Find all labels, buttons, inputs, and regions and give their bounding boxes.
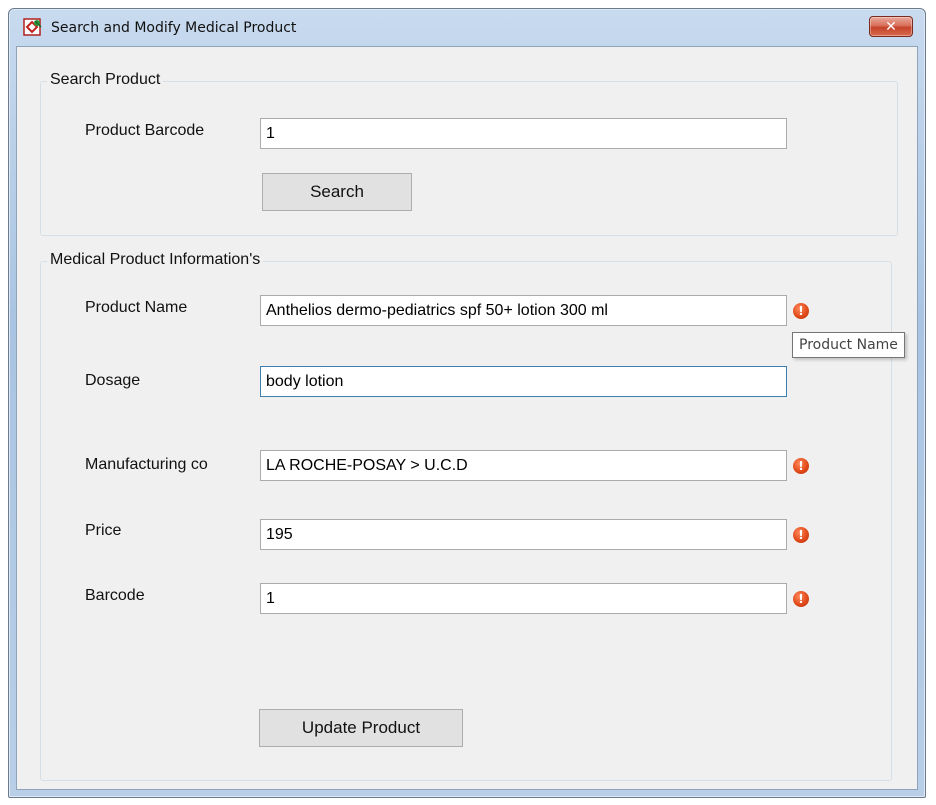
form-client-area: Search Product Product Barcode Search Me… (16, 46, 918, 790)
close-icon: ✕ (885, 18, 897, 35)
dosage-label: Dosage (85, 372, 141, 389)
barcode-error-icon[interactable]: ! (793, 591, 809, 607)
app-icon (23, 18, 42, 36)
window-title: Search and Modify Medical Product (51, 20, 297, 36)
app-window: Search and Modify Medical Product ✕ Sear… (8, 8, 926, 798)
close-button[interactable]: ✕ (869, 16, 913, 37)
price-error-icon[interactable]: ! (793, 527, 809, 543)
manufacturing-co-error-icon[interactable]: ! (793, 458, 809, 474)
barcode-label: Barcode (85, 587, 145, 604)
title-bar[interactable]: Search and Modify Medical Product ✕ (9, 9, 925, 47)
update-product-button[interactable]: Update Product (259, 709, 463, 747)
product-name-input[interactable] (260, 295, 787, 326)
price-label: Price (85, 522, 122, 539)
search-product-group: Search Product (40, 71, 898, 236)
product-name-error-icon[interactable]: ! (793, 303, 809, 319)
manufacturing-co-label: Manufacturing co (85, 456, 208, 473)
product-information-group-title: Medical Product Information's (47, 251, 264, 269)
product-barcode-label: Product Barcode (85, 122, 205, 139)
search-product-group-title: Search Product (47, 71, 164, 89)
price-input[interactable] (260, 519, 787, 550)
dosage-input[interactable] (260, 366, 787, 397)
product-name-tooltip: Product Name (792, 332, 905, 358)
manufacturing-co-input[interactable] (260, 450, 787, 481)
product-barcode-input[interactable] (260, 118, 787, 149)
product-name-label: Product Name (85, 299, 188, 316)
barcode-input[interactable] (260, 583, 787, 614)
search-button[interactable]: Search (262, 173, 412, 211)
